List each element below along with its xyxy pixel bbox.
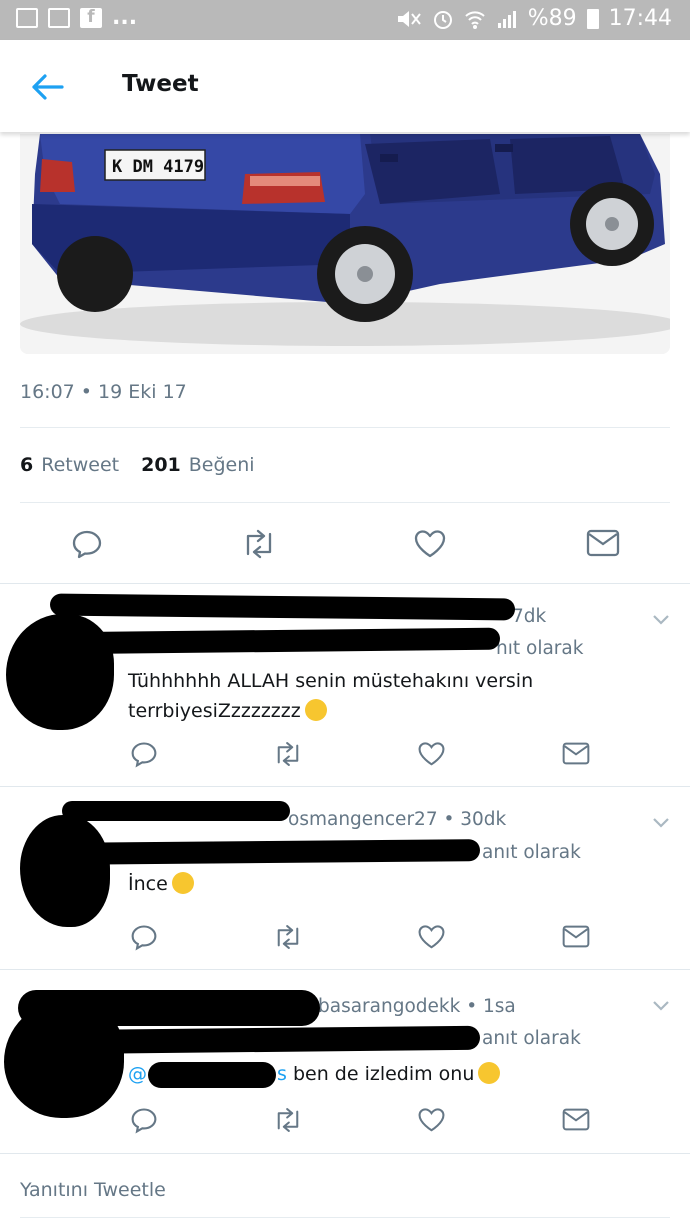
grinning-emoji-icon xyxy=(171,872,194,894)
tweet-stats: 6 Retweet 201 Beğeni xyxy=(20,454,255,476)
reply-tweet[interactable]: osmangencer27 • 30dk anıt olarak İnce xyxy=(0,787,690,969)
divider xyxy=(20,1217,670,1218)
direct-message-icon[interactable] xyxy=(586,528,620,558)
redaction-mark xyxy=(44,627,501,655)
clock: 17:44 xyxy=(608,6,672,31)
tweet-timestamp[interactable]: 16:07 • 19 Eki 17 xyxy=(20,381,187,403)
reply-meta: basarangodekk • 1sa xyxy=(318,996,516,1017)
tweet-photo[interactable]: K DM 4179 xyxy=(20,134,670,354)
image-notification-icon xyxy=(48,8,70,28)
surprised-emoji-icon xyxy=(478,1062,501,1084)
reply-text-line: Tühhhhhh ALLAH senin müstehakını versin xyxy=(128,670,534,692)
gallery-notification-icon xyxy=(16,8,38,28)
mute-icon xyxy=(397,10,421,27)
reply-context: anıt olarak xyxy=(482,1028,581,1049)
reply-composer-input[interactable]: Yanıtını Tweetle xyxy=(20,1179,166,1201)
alarm-icon xyxy=(433,10,452,29)
reply-tweet[interactable]: basarangodekk • 1sa anıt olarak @ s ben d… xyxy=(0,970,690,1152)
divider xyxy=(20,427,670,428)
retweet-count[interactable]: 6 xyxy=(20,454,33,476)
reply-icon[interactable] xyxy=(71,528,103,560)
reply-meta: osmangencer27 • 30dk xyxy=(288,809,507,830)
reply-icon[interactable] xyxy=(130,740,158,768)
reply-text-line: ben de izledim onu xyxy=(292,1063,475,1085)
chevron-down-icon[interactable] xyxy=(652,817,670,829)
signal-icon xyxy=(497,10,516,28)
like-heart-icon[interactable] xyxy=(417,923,446,951)
direct-message-icon[interactable] xyxy=(562,924,590,949)
retweet-icon[interactable] xyxy=(240,528,278,560)
redaction-mark xyxy=(148,1062,276,1088)
reply-context: nıt olarak xyxy=(496,638,584,659)
battery-percent: %89 xyxy=(527,6,577,31)
like-heart-icon[interactable] xyxy=(417,740,446,768)
like-heart-icon[interactable] xyxy=(413,528,447,560)
back-arrow-icon[interactable] xyxy=(30,73,64,101)
status-bar: f ... %89 17:44 xyxy=(0,0,690,40)
retweet-icon[interactable] xyxy=(272,1106,304,1134)
reply-mention[interactable]: @ xyxy=(128,1063,147,1085)
retweet-icon[interactable] xyxy=(272,740,304,768)
direct-message-icon[interactable] xyxy=(562,741,590,766)
car-image: K DM 4179 xyxy=(20,134,670,354)
reply-tweet[interactable]: 7dk nıt olarak Tühhhhhh ALLAH senin müst… xyxy=(0,584,690,786)
chevron-down-icon[interactable] xyxy=(652,1000,670,1012)
facebook-notification-icon: f xyxy=(80,8,102,28)
redaction-mark xyxy=(49,593,516,621)
battery-icon xyxy=(586,8,599,29)
app-bar: Tweet xyxy=(0,40,690,132)
like-heart-icon[interactable] xyxy=(417,1106,446,1134)
more-notifications: ... xyxy=(112,5,138,30)
reply-mention-tail[interactable]: s xyxy=(277,1063,287,1085)
chevron-down-icon[interactable] xyxy=(652,614,670,626)
laughing-emoji-icon xyxy=(304,699,327,721)
reply-text-line: terrbiyesiZzzzzzzz xyxy=(128,696,533,726)
redaction-mark xyxy=(4,1000,124,1118)
reply-icon[interactable] xyxy=(130,923,158,951)
redaction-mark xyxy=(6,614,114,730)
divider xyxy=(0,1153,690,1154)
redaction-mark xyxy=(20,815,110,927)
reply-text-line: İnce xyxy=(128,873,168,895)
direct-message-icon[interactable] xyxy=(562,1107,590,1132)
reply-icon[interactable] xyxy=(130,1106,158,1134)
redaction-mark xyxy=(59,839,481,865)
retweet-icon[interactable] xyxy=(272,923,304,951)
divider xyxy=(20,502,670,503)
license-plate: K DM 4179 xyxy=(112,157,204,177)
retweet-label[interactable]: Retweet xyxy=(41,454,119,476)
like-count[interactable]: 201 xyxy=(141,454,181,476)
like-label[interactable]: Beğeni xyxy=(189,454,255,476)
wifi-icon xyxy=(464,10,485,29)
reply-context: anıt olarak xyxy=(482,842,581,863)
redaction-mark xyxy=(62,801,290,821)
reply-meta: 7dk xyxy=(512,606,547,627)
page-title: Tweet xyxy=(122,71,199,97)
